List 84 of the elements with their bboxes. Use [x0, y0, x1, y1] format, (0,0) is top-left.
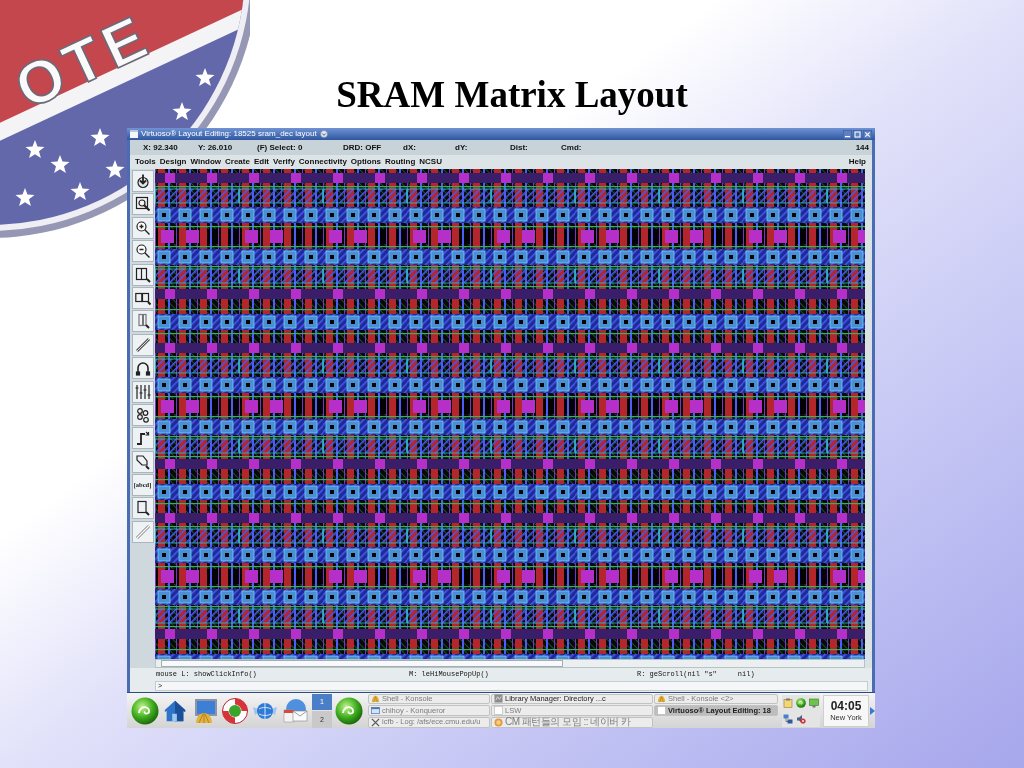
shell-icon [657, 694, 666, 704]
tool-button[interactable] [131, 380, 154, 403]
arrow-right-icon[interactable] [870, 706, 875, 715]
scrollbar-thumb[interactable] [161, 660, 563, 667]
polygon-icon [134, 453, 151, 470]
status-text: dY: [455, 143, 469, 152]
muted-speaker-icon[interactable] [796, 713, 806, 724]
tool-button[interactable] [131, 263, 154, 286]
menu-item[interactable]: Design [159, 158, 187, 166]
status-text: dX: [403, 143, 417, 152]
task-button[interactable]: CM 패턴들의 모임 :: 네이버 카 [491, 716, 653, 728]
status-text: (F) Select: 0 [257, 143, 304, 152]
box-icon [494, 694, 503, 704]
circles-icon [134, 406, 151, 423]
tool-button[interactable] [131, 286, 154, 309]
tool-button[interactable] [131, 450, 154, 473]
slide-title: SRAM Matrix Layout [336, 74, 688, 116]
menu-item[interactable]: Verify [273, 158, 295, 166]
star-icon [15, 188, 35, 207]
tool-button[interactable] [131, 357, 154, 380]
lifebuoy-icon[interactable] [221, 696, 249, 725]
close-icon[interactable] [863, 129, 872, 139]
step-line-icon [134, 430, 151, 447]
orb-icon[interactable] [335, 696, 363, 725]
window-icon [371, 706, 380, 715]
horizontal-scrollbar[interactable] [155, 659, 865, 668]
star-icon [172, 102, 192, 121]
menu-item[interactable]: Routing [385, 158, 416, 166]
menu-item[interactable]: Connectivity [298, 158, 347, 166]
tool-button[interactable] [131, 403, 154, 426]
star-icon [90, 128, 110, 147]
minimize-icon[interactable] [843, 129, 852, 139]
mail-icon[interactable] [281, 696, 309, 725]
menu-item[interactable]: Edit [253, 158, 270, 166]
star-icon [25, 140, 45, 159]
rectangle-cursor-icon [134, 500, 151, 517]
arrow-down-icon [134, 173, 151, 189]
status-text: DRD: OFF [343, 143, 383, 152]
network-icon[interactable] [783, 713, 794, 724]
tool-button[interactable] [131, 170, 154, 192]
clock-time: 04:05 [830, 699, 862, 712]
status-text: Cmd: [561, 143, 583, 152]
zoom-out-icon [134, 243, 151, 260]
menu-item[interactable]: Help [848, 158, 866, 166]
menu-item[interactable]: NCSU [419, 158, 442, 166]
pencil-icon [134, 336, 151, 353]
window-title: Virtuoso® Layout Editing: 18525 sram_dec layout [141, 130, 317, 138]
blank-page-icon [657, 706, 666, 715]
maximize-icon[interactable] [853, 129, 862, 139]
pin-grid-icon [134, 383, 151, 400]
window-icon [130, 130, 138, 138]
menu-item[interactable]: Tools [135, 158, 156, 166]
menu-item[interactable]: Window [190, 158, 221, 166]
tool-button[interactable] [131, 216, 154, 239]
circle-arrow-icon[interactable] [319, 130, 328, 138]
blank-page-icon [494, 706, 503, 715]
status-text: 144 [855, 143, 869, 152]
shell-icon [371, 694, 380, 704]
star-icon [70, 182, 90, 201]
tool-button[interactable] [131, 193, 154, 216]
magnifier-square-icon [134, 196, 151, 213]
tool-button[interactable] [131, 333, 154, 356]
tool-button[interactable] [131, 240, 154, 263]
zoom-in-icon [134, 219, 151, 236]
status-text: X: 92.340 [143, 143, 179, 152]
rectangle-cursor-icon [134, 266, 151, 283]
arc-icon [134, 360, 151, 377]
x-icon [371, 717, 380, 727]
clipboard-icon[interactable] [783, 697, 794, 708]
star-icon [195, 68, 215, 87]
orb-icon[interactable] [131, 696, 159, 725]
tool-button[interactable] [131, 497, 154, 520]
monitor-icon[interactable] [808, 697, 819, 708]
status-text: Y: 26.010 [198, 143, 234, 152]
globe-icon [494, 717, 503, 727]
status-text: Dist: [510, 143, 529, 152]
star-icon [105, 160, 125, 179]
menu-item[interactable]: Create [225, 158, 250, 166]
tool-button[interactable] [131, 427, 154, 450]
diagonal-bar-icon [134, 523, 151, 540]
star-icon [50, 155, 70, 174]
badge-text: OTE [5, 1, 162, 122]
menu-item[interactable]: Options [350, 158, 382, 166]
orb-icon[interactable] [796, 697, 806, 708]
